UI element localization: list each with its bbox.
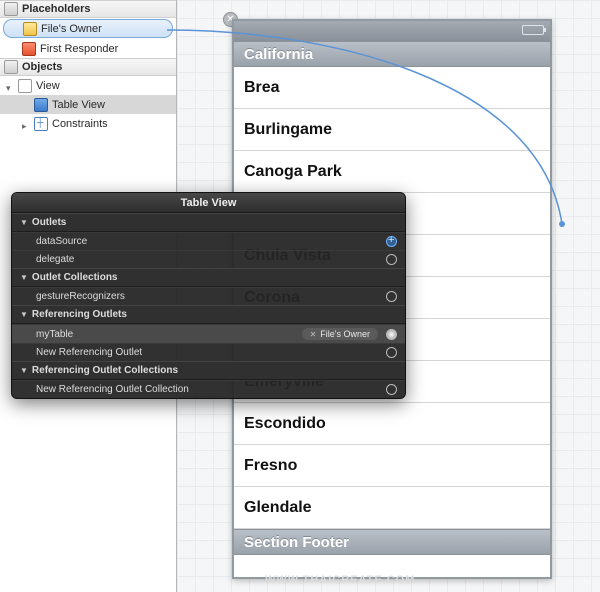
- outlets-group-header[interactable]: ▼ Outlets: [12, 213, 405, 232]
- placeholders-label: Placeholders: [22, 0, 90, 18]
- view-icon: [18, 79, 32, 93]
- disconnect-icon[interactable]: ✕: [310, 330, 317, 339]
- connection-port-icon[interactable]: [386, 347, 397, 358]
- objects-label: Objects: [22, 58, 62, 76]
- chevron-down-icon: ▼: [20, 366, 28, 375]
- referencing-outlets-group-header[interactable]: ▼ Referencing Outlets: [12, 305, 405, 324]
- table-icon: [34, 98, 48, 112]
- outlet-gesture-recognizers[interactable]: gestureRecognizers: [12, 287, 405, 305]
- constraints-item[interactable]: Constraints: [0, 114, 176, 133]
- referencing-outlet-collections-group-header[interactable]: ▼ Referencing Outlet Collections: [12, 361, 405, 380]
- new-referencing-outlet-collection[interactable]: New Referencing Outlet Collection: [12, 380, 405, 398]
- connections-title: Table View: [12, 193, 405, 213]
- table-row[interactable]: Burlingame: [234, 109, 550, 151]
- constraints-icon: [34, 117, 48, 131]
- connection-port-icon[interactable]: [386, 291, 397, 302]
- constraints-label: Constraints: [52, 118, 108, 130]
- table-view-label: Table View: [52, 99, 105, 111]
- connections-panel[interactable]: ✕ Table View ▼ Outlets dataSource delega…: [11, 192, 406, 399]
- view-item[interactable]: View: [0, 76, 176, 95]
- cube-icon: [4, 2, 18, 16]
- connection-port-icon[interactable]: [386, 384, 397, 395]
- files-owner-item[interactable]: File's Owner: [3, 19, 173, 38]
- referencing-outlet-mytable[interactable]: myTable ✕ File's Owner: [12, 324, 405, 343]
- table-row[interactable]: Fresno: [234, 445, 550, 487]
- table-row[interactable]: Glendale: [234, 487, 550, 529]
- files-owner-icon: [23, 22, 37, 36]
- files-owner-label: File's Owner: [41, 23, 102, 35]
- outlet-collections-group-header[interactable]: ▼ Outlet Collections: [12, 268, 405, 287]
- view-label: View: [36, 80, 60, 92]
- battery-icon: [522, 25, 544, 35]
- chevron-down-icon: ▼: [20, 218, 28, 227]
- table-section-header: California: [234, 41, 550, 67]
- connection-port-icon[interactable]: [386, 329, 397, 340]
- watermark: WWW.THAICREATE.COM: [265, 574, 415, 586]
- objects-header: Objects: [0, 58, 176, 76]
- table-view-item[interactable]: Table View: [0, 95, 176, 114]
- connection-port-icon[interactable]: [386, 236, 397, 247]
- outlet-datasource[interactable]: dataSource: [12, 232, 405, 250]
- cube-icon: [4, 60, 18, 74]
- first-responder-item[interactable]: First Responder: [0, 39, 176, 58]
- table-row[interactable]: Brea: [234, 67, 550, 109]
- table-row[interactable]: Escondido: [234, 403, 550, 445]
- chevron-down-icon: ▼: [20, 273, 28, 282]
- new-referencing-outlet[interactable]: New Referencing Outlet: [12, 343, 405, 361]
- table-row[interactable]: Canoga Park: [234, 151, 550, 193]
- chevron-right-icon[interactable]: [22, 120, 30, 128]
- first-responder-label: First Responder: [40, 43, 118, 55]
- placeholders-header: Placeholders: [0, 0, 176, 18]
- connection-port-icon[interactable]: [386, 254, 397, 265]
- first-responder-icon: [22, 42, 36, 56]
- chevron-down-icon: ▼: [20, 310, 28, 319]
- connection-target-pill[interactable]: ✕ File's Owner: [302, 328, 378, 340]
- table-section-footer: Section Footer: [234, 529, 550, 555]
- status-bar: [234, 21, 550, 41]
- outlet-delegate[interactable]: delegate: [12, 250, 405, 268]
- chevron-down-icon[interactable]: [6, 82, 14, 90]
